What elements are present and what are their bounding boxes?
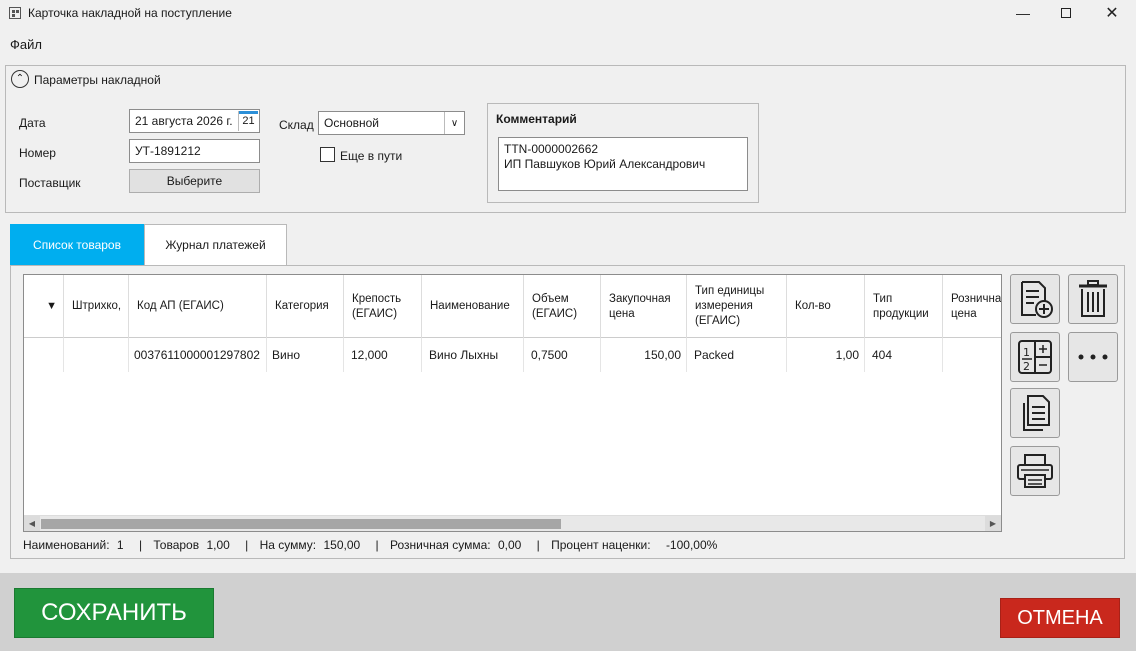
status-separator: | bbox=[138, 538, 143, 552]
chevron-down-icon[interactable]: ∨ bbox=[444, 112, 464, 134]
in-transit-label: Еще в пути bbox=[340, 149, 403, 163]
column-header-quantity[interactable]: Кол-во bbox=[787, 275, 865, 338]
more-options-button[interactable] bbox=[1068, 332, 1118, 382]
horizontal-scrollbar[interactable]: ◀ ▶ bbox=[24, 515, 1001, 531]
cell-purchase-price[interactable]: 150,00 bbox=[601, 338, 687, 372]
column-header-name[interactable]: Наименование bbox=[422, 275, 524, 338]
cell-barcode[interactable] bbox=[64, 338, 129, 372]
markup-label: Процент наценки: bbox=[551, 538, 651, 552]
comment-line: ИП Павшуков Юрий Александрович bbox=[504, 157, 706, 171]
warehouse-combobox[interactable]: Основной ∨ bbox=[318, 111, 465, 135]
scroll-right-icon[interactable]: ▶ bbox=[985, 516, 1001, 531]
summary-status-bar: Наименований: 1 | Товаров 1,00 | На сумм… bbox=[23, 538, 721, 552]
comment-field[interactable]: TTN-0000002662 ИП Павшуков Юрий Александ… bbox=[498, 137, 748, 191]
status-separator: | bbox=[536, 538, 540, 552]
svg-text:1: 1 bbox=[1023, 346, 1030, 359]
invoice-parameters-panel: ⌃ Параметры накладной Дата 21 августа 20… bbox=[5, 65, 1126, 213]
warehouse-label: Склад bbox=[279, 118, 314, 132]
trash-icon bbox=[1079, 280, 1107, 317]
footer-bar: СОХРАНИТЬ ОТМЕНА bbox=[0, 573, 1136, 651]
maximize-button[interactable] bbox=[1043, 0, 1089, 26]
sum-value: 150,00 bbox=[323, 538, 361, 552]
column-header-product-type[interactable]: Тип продукции bbox=[865, 275, 943, 338]
date-label: Дата bbox=[19, 116, 46, 130]
comment-title: Комментарий bbox=[496, 112, 577, 126]
save-button[interactable]: СОХРАНИТЬ bbox=[14, 588, 214, 638]
print-button[interactable] bbox=[1010, 446, 1060, 496]
more-icon bbox=[1078, 354, 1108, 360]
products-tab-content: ▼ Штрихко, Код АП (ЕГАИС) Категория Креп… bbox=[10, 265, 1125, 559]
printer-icon bbox=[1017, 454, 1053, 488]
calculator-icon: 1 2 bbox=[1018, 340, 1052, 374]
cell-unit-type[interactable]: Packed bbox=[687, 338, 787, 372]
supplier-label: Поставщик bbox=[19, 176, 81, 190]
cell-ap-code[interactable]: 0037611000001297802 bbox=[129, 338, 267, 372]
cell-volume[interactable]: 0,7500 bbox=[524, 338, 601, 372]
column-header-strength[interactable]: Крепость (ЕГАИС) bbox=[344, 275, 422, 338]
cell-quantity[interactable]: 1,00 bbox=[787, 338, 865, 372]
retail-sum-value: 0,00 bbox=[497, 538, 522, 552]
row-selector[interactable] bbox=[24, 338, 64, 372]
cell-category[interactable]: Вино bbox=[267, 338, 344, 372]
date-value: 21 августа 2026 г. bbox=[135, 114, 233, 128]
scroll-left-icon[interactable]: ◀ bbox=[24, 516, 40, 531]
comment-group: Комментарий TTN-0000002662 ИП Павшуков Ю… bbox=[487, 103, 759, 203]
number-label: Номер bbox=[19, 146, 56, 160]
add-item-button[interactable] bbox=[1010, 274, 1060, 324]
copy-documents-icon bbox=[1023, 395, 1050, 431]
status-separator: | bbox=[375, 538, 379, 552]
comment-line: TTN-0000002662 bbox=[504, 142, 599, 156]
menu-file[interactable]: Файл bbox=[10, 37, 42, 52]
cell-strength[interactable]: 12,000 bbox=[344, 338, 422, 372]
params-title: Параметры накладной bbox=[34, 73, 161, 87]
svg-text:2: 2 bbox=[1023, 360, 1030, 373]
names-count-value: 1 bbox=[116, 538, 124, 552]
grid-header: ▼ Штрихко, Код АП (ЕГАИС) Категория Креп… bbox=[24, 275, 1001, 338]
warehouse-value: Основной bbox=[324, 116, 380, 130]
markup-value: -100,00% bbox=[665, 538, 718, 552]
cell-product-type[interactable]: 404 bbox=[865, 338, 943, 372]
names-count-label: Наименований: bbox=[23, 538, 110, 552]
column-header-volume[interactable]: Объем (ЕГАИС) bbox=[524, 275, 601, 338]
tab-payments[interactable]: Журнал платежей bbox=[144, 224, 287, 266]
status-separator: | bbox=[245, 538, 249, 552]
window-title: Карточка накладной на поступление bbox=[28, 6, 232, 20]
retail-sum-label: Розничная сумма: bbox=[390, 538, 491, 552]
close-button[interactable]: ✕ bbox=[1089, 0, 1135, 26]
calculator-button[interactable]: 1 2 bbox=[1010, 332, 1060, 382]
sort-icon[interactable]: ▼ bbox=[24, 275, 64, 338]
table-row[interactable]: 0037611000001297802 Вино 12,000 Вино Лых… bbox=[24, 338, 1001, 372]
delete-item-button[interactable] bbox=[1068, 274, 1118, 324]
sum-label: На сумму: bbox=[259, 538, 317, 552]
cancel-button[interactable]: ОТМЕНА bbox=[1000, 598, 1120, 638]
column-header-retail-price[interactable]: Розничная цена bbox=[943, 275, 1001, 338]
column-header-purchase-price[interactable]: Закупочная цена bbox=[601, 275, 687, 338]
scroll-thumb[interactable] bbox=[41, 519, 561, 529]
products-grid: ▼ Штрихко, Код АП (ЕГАИС) Категория Креп… bbox=[23, 274, 1002, 532]
date-picker[interactable]: 21 августа 2026 г. 21 bbox=[129, 109, 260, 133]
column-header-category[interactable]: Категория bbox=[267, 275, 344, 338]
cell-retail-price[interactable] bbox=[943, 338, 1001, 372]
items-count-value: 1,00 bbox=[206, 538, 230, 552]
in-transit-checkbox[interactable] bbox=[320, 147, 335, 162]
cell-name[interactable]: Вино Лыхны bbox=[422, 338, 524, 372]
column-header-ap-code[interactable]: Код АП (ЕГАИС) bbox=[129, 275, 267, 338]
copy-button[interactable] bbox=[1010, 388, 1060, 438]
column-header-barcode[interactable]: Штрихко, bbox=[64, 275, 129, 338]
add-document-icon bbox=[1021, 281, 1053, 318]
minimize-button[interactable]: — bbox=[1000, 0, 1046, 26]
collapse-icon[interactable]: ⌃ bbox=[11, 70, 29, 88]
maximize-icon bbox=[1061, 8, 1071, 18]
title-bar: Карточка накладной на поступление — ✕ bbox=[0, 0, 1136, 26]
number-field[interactable]: УТ-1891212 bbox=[129, 139, 260, 163]
supplier-select-button[interactable]: Выберите bbox=[129, 169, 260, 193]
app-icon bbox=[9, 7, 21, 19]
tab-products[interactable]: Список товаров bbox=[10, 224, 144, 266]
calendar-icon[interactable]: 21 bbox=[238, 111, 258, 131]
column-header-unit-type[interactable]: Тип единицы измерения (ЕГАИС) bbox=[687, 275, 787, 338]
items-count-label: Товаров bbox=[153, 538, 200, 552]
